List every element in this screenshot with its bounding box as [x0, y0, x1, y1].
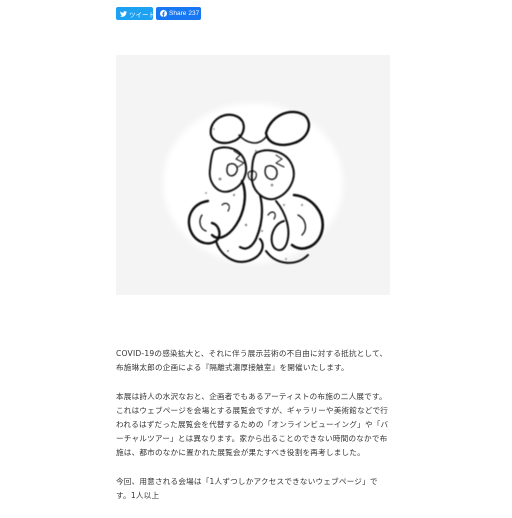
article-paragraph-1: COVID-19の感染拡大と、それに伴う展示芸術の不自由に対する抵抗として、布施… [116, 349, 388, 372]
facebook-share-button[interactable]: Share 237 [156, 7, 201, 20]
article-body: COVID-19の感染拡大と、それに伴う展示芸術の不自由に対する抵抗として、布施… [116, 347, 390, 518]
share-bar: ツイート Share 237 [116, 7, 201, 20]
facebook-icon [160, 10, 167, 17]
facebook-share-count: 237 [188, 10, 200, 17]
article-paragraph-3: 今回、用意される会場は「1人ずつしかアクセスできないウェブページ」です。1人以上 [116, 477, 378, 500]
tweet-button[interactable]: ツイート [116, 7, 155, 20]
hero-artwork-image [116, 55, 390, 295]
tweet-label: ツイート [129, 11, 155, 19]
facebook-share-label: Share [169, 10, 187, 17]
article-paragraph-2: 本展は詩人の水沢なおと、企画者でもあるアーティストの布施の二人展です。これはウェ… [116, 392, 389, 457]
ink-drawing-artwork [163, 103, 343, 264]
twitter-bird-icon [120, 10, 127, 17]
